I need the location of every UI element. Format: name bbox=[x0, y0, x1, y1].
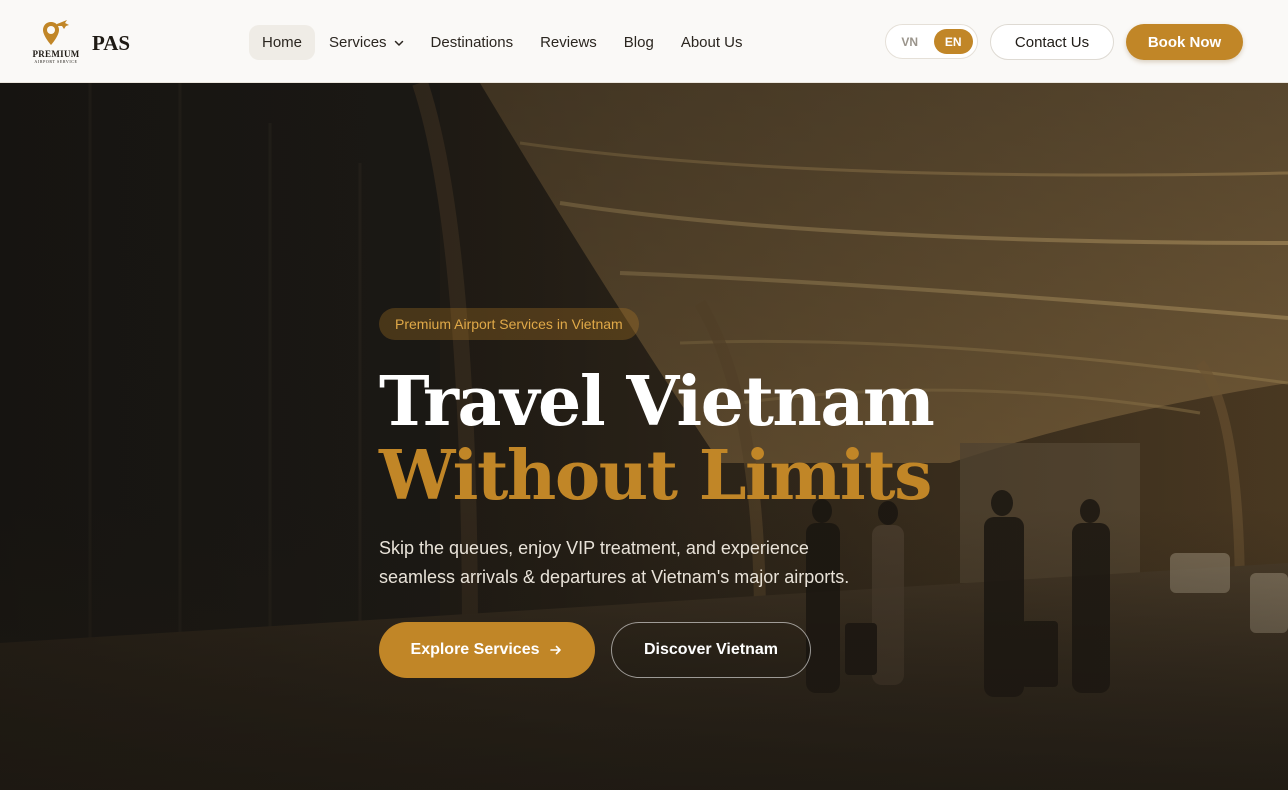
logo-subtitle: AIRPORT SERVICE bbox=[34, 59, 78, 64]
nav-item-blog[interactable]: Blog bbox=[611, 25, 667, 60]
nav-item-about[interactable]: About Us bbox=[668, 25, 756, 60]
location-pin-plane-icon bbox=[43, 20, 69, 45]
contact-us-button[interactable]: Contact Us bbox=[990, 24, 1114, 60]
arrow-right-icon bbox=[550, 645, 562, 655]
site-header: PREMIUM AIRPORT SERVICE PAS Home Service… bbox=[0, 0, 1288, 83]
hero-badge: Premium Airport Services in Vietnam bbox=[379, 308, 639, 340]
main-nav: Home Services Destinations Reviews Blog … bbox=[249, 25, 756, 60]
language-switcher: VN EN bbox=[885, 24, 978, 59]
nav-label: Destinations bbox=[430, 34, 514, 51]
book-now-button[interactable]: Book Now bbox=[1126, 24, 1243, 60]
hero-title-line2: Without Limits bbox=[379, 436, 932, 516]
hero-description-line2: seamless arrivals & departures at Vietna… bbox=[379, 567, 850, 587]
discover-vietnam-button[interactable]: Discover Vietnam bbox=[611, 622, 811, 678]
explore-services-button[interactable]: Explore Services bbox=[379, 622, 595, 678]
nav-item-home[interactable]: Home bbox=[249, 25, 316, 60]
brand-logo[interactable]: PREMIUM AIRPORT SERVICE PAS bbox=[26, 18, 130, 66]
lang-option-en[interactable]: EN bbox=[933, 29, 973, 54]
brand-name: PAS bbox=[92, 31, 131, 55]
logo-premium-text: PREMIUM bbox=[32, 49, 80, 59]
nav-label: Reviews bbox=[540, 34, 597, 51]
nav-label: Blog bbox=[623, 34, 654, 51]
hero-section: Premium Airport Services in Vietnam Trav… bbox=[0, 83, 1288, 790]
hero-description-line1: Skip the queues, enjoy VIP treatment, an… bbox=[379, 538, 809, 558]
nav-label: About Us bbox=[680, 34, 743, 51]
lang-option-vn[interactable]: VN bbox=[890, 29, 930, 54]
nav-item-destinations[interactable]: Destinations bbox=[418, 25, 527, 60]
explore-services-label: Explore Services bbox=[410, 641, 540, 658]
nav-label: Services bbox=[329, 34, 387, 51]
nav-item-services[interactable]: Services bbox=[316, 25, 417, 60]
hero-title-line1: Travel Vietnam bbox=[379, 362, 935, 442]
chevron-down-icon bbox=[394, 40, 403, 46]
hero-description: Skip the queues, enjoy VIP treatment, an… bbox=[379, 534, 919, 592]
nav-item-reviews[interactable]: Reviews bbox=[527, 25, 610, 60]
hero-content: Premium Airport Services in Vietnam Trav… bbox=[379, 83, 999, 790]
nav-label: Home bbox=[262, 34, 303, 51]
